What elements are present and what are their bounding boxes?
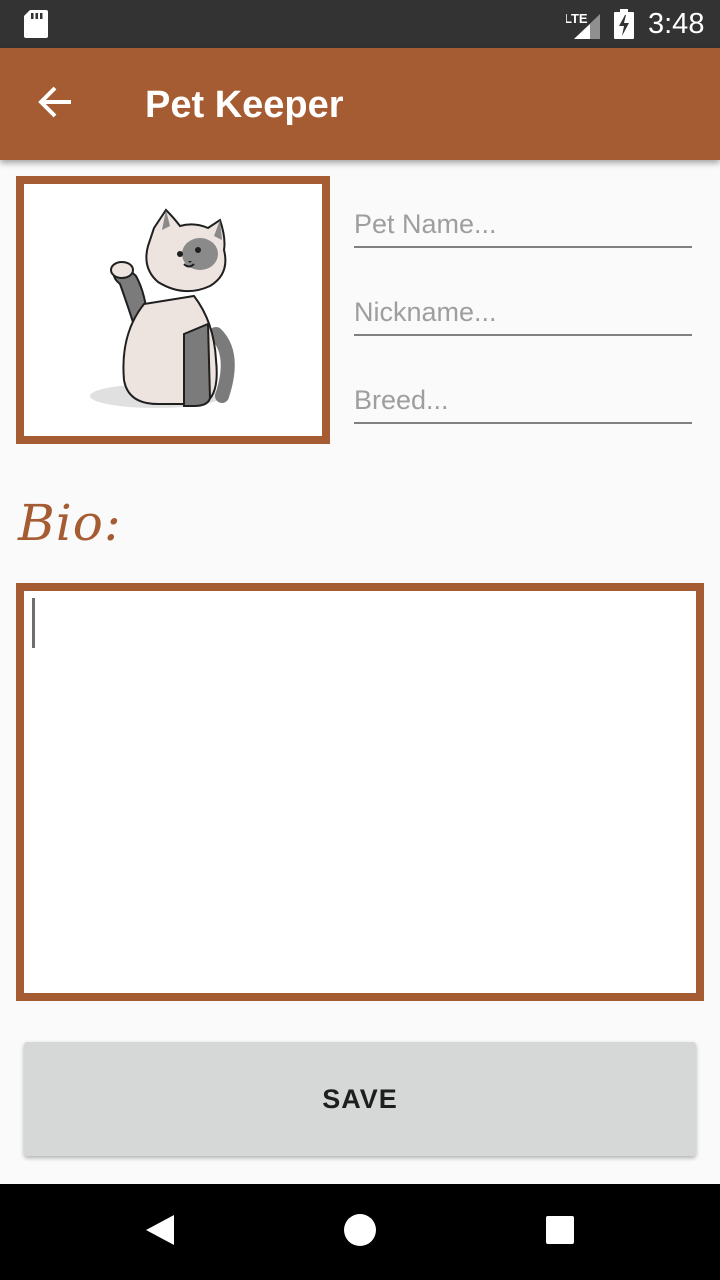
svg-text:LTE: LTE: [566, 11, 588, 26]
back-button[interactable]: [20, 68, 92, 140]
sd-card-icon: [24, 10, 48, 43]
status-bar: LTE 3:48: [0, 0, 720, 48]
app-bar: Pet Keeper: [0, 48, 720, 160]
nickname-field[interactable]: [354, 276, 692, 336]
arrow-back-icon: [38, 84, 74, 125]
nav-recents-button[interactable]: [512, 1184, 608, 1280]
pet-name-input[interactable]: [354, 209, 692, 240]
text-caret: [32, 598, 35, 648]
pet-name-field[interactable]: [354, 188, 692, 248]
nickname-input[interactable]: [354, 297, 692, 328]
signal-icon: LTE: [564, 10, 602, 45]
nav-home-icon: [343, 1213, 377, 1252]
nav-back-icon: [144, 1213, 176, 1252]
battery-charging-icon: [614, 9, 634, 44]
pet-photo-button[interactable]: [16, 176, 330, 444]
save-button[interactable]: SAVE: [24, 1042, 696, 1156]
cat-illustration: [90, 208, 235, 408]
app-title: Pet Keeper: [145, 84, 344, 126]
navigation-bar: [0, 1184, 720, 1280]
nav-home-button[interactable]: [312, 1184, 408, 1280]
status-time: 3:48: [648, 8, 705, 40]
breed-field[interactable]: [354, 364, 692, 424]
save-button-label: SAVE: [322, 1083, 398, 1114]
bio-box[interactable]: [16, 583, 704, 1001]
nav-recents-icon: [545, 1215, 575, 1250]
bio-label: Bio:: [18, 494, 122, 552]
nav-back-button[interactable]: [112, 1184, 208, 1280]
bio-textarea[interactable]: [24, 591, 696, 993]
breed-input[interactable]: [354, 385, 692, 416]
